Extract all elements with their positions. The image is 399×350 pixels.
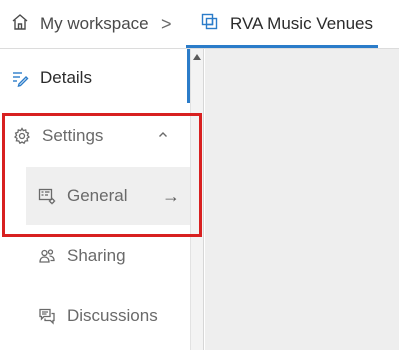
- sidebar-item-settings[interactable]: Settings: [0, 107, 190, 165]
- sidebar-scrollbar[interactable]: [187, 49, 204, 350]
- sidebar-subitem-label: Discussions: [67, 306, 158, 325]
- general-settings-icon: [37, 186, 57, 206]
- scroll-up-icon[interactable]: [193, 54, 201, 60]
- breadcrumb-current[interactable]: RVA Music Venues: [200, 12, 373, 36]
- gear-icon: [12, 126, 32, 146]
- arrow-right-icon: →: [162, 186, 180, 206]
- edit-list-icon: [10, 68, 30, 88]
- breadcrumb-home-label: My workspace: [40, 14, 149, 33]
- sidebar-subitem-discussions[interactable]: Discussions: [26, 287, 190, 345]
- layers-icon: [200, 12, 220, 37]
- sidebar-subitem-general[interactable]: General →: [26, 167, 190, 225]
- sidebar: Details Settings General → Sharing Discu…: [0, 49, 190, 350]
- breadcrumb-separator: >: [161, 13, 172, 34]
- scrollbar-thumb[interactable]: [187, 49, 190, 103]
- active-tab-underline: [186, 45, 378, 48]
- chevron-up-icon[interactable]: [156, 127, 170, 141]
- sidebar-subitem-label: Sharing: [67, 246, 126, 265]
- main-content-area: [205, 49, 399, 350]
- sidebar-subitem-label: General: [67, 186, 128, 205]
- breadcrumb-bar: My workspace > RVA Music Venues: [0, 0, 399, 49]
- breadcrumb-home[interactable]: My workspace: [10, 12, 149, 36]
- users-icon: [37, 246, 57, 266]
- sidebar-item-label: Settings: [42, 126, 104, 145]
- sidebar-subitem-sharing[interactable]: Sharing: [26, 227, 190, 285]
- chat-icon: [37, 306, 57, 326]
- sidebar-item-details[interactable]: Details: [0, 49, 190, 107]
- sidebar-item-label: Details: [40, 68, 92, 87]
- home-icon: [10, 12, 30, 37]
- breadcrumb-current-label: RVA Music Venues: [230, 14, 374, 33]
